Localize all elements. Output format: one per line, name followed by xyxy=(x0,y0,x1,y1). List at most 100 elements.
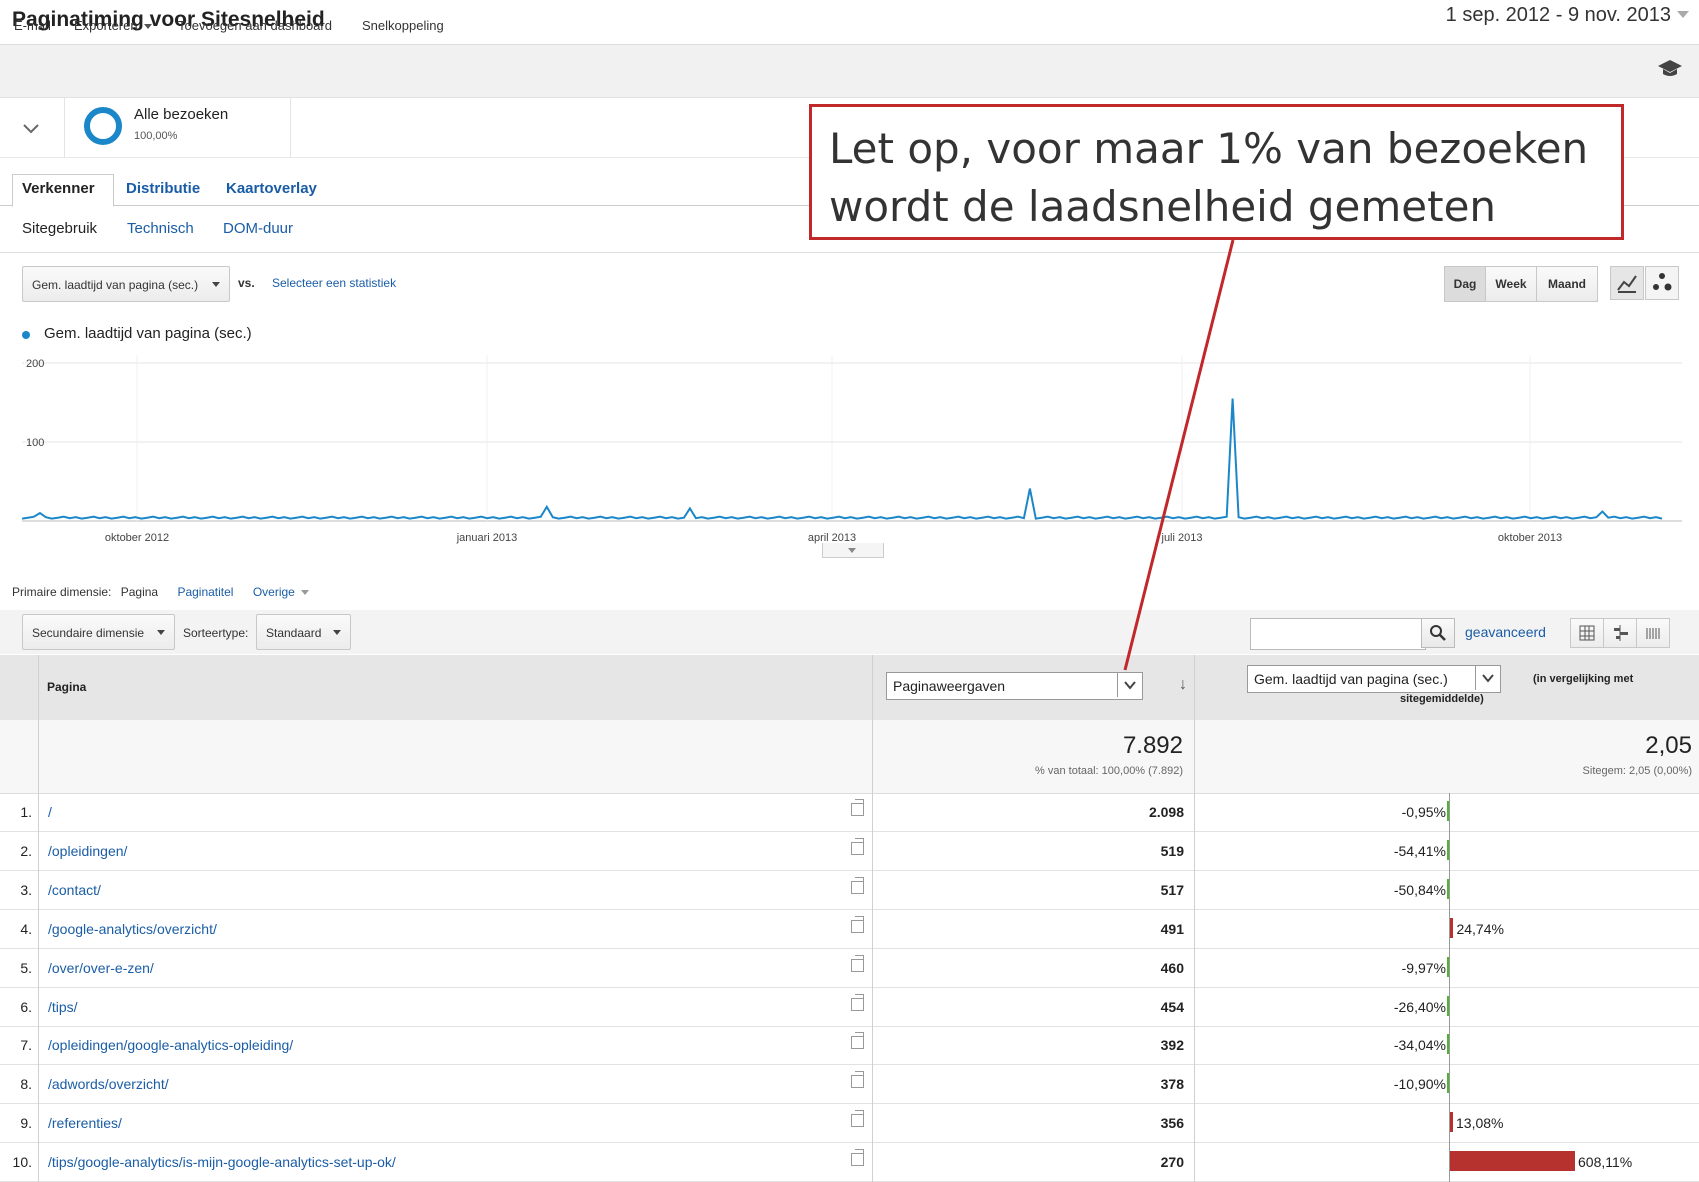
page-path-link[interactable]: /opleidingen/ xyxy=(48,843,127,859)
add-to-dashboard-button[interactable]: Toevoegen aan dashboard xyxy=(178,18,332,33)
table-row: 10. /tips/google-analytics/is-mijn-google… xyxy=(0,1143,1699,1182)
totals-row xyxy=(0,720,1699,794)
table-row: 2. /opleidingen/519 -54,41% xyxy=(0,832,1699,871)
chevron-down-icon[interactable] xyxy=(300,590,309,596)
comparison-value: 24,74% xyxy=(1456,920,1504,937)
column-header-page[interactable]: Pagina xyxy=(47,680,86,694)
page-path-link[interactable]: /opleidingen/google-analytics-opleiding/ xyxy=(48,1037,293,1053)
comparison-value: -9,97% xyxy=(1401,959,1446,976)
chevron-down-icon[interactable] xyxy=(848,548,856,553)
external-link-icon[interactable] xyxy=(851,1071,864,1089)
tab-kaartoverlay[interactable]: Kaartoverlay xyxy=(226,180,317,197)
sort-type-label: Sorteertype: xyxy=(183,626,249,640)
external-link-icon[interactable] xyxy=(851,837,864,855)
external-link-icon[interactable] xyxy=(851,799,864,816)
table-search-input[interactable] xyxy=(1250,618,1426,650)
comparison-bar xyxy=(1450,917,1454,938)
total-loadtime: 2,05 xyxy=(1645,732,1692,759)
period-week-button[interactable]: Week xyxy=(1485,266,1537,302)
chevron-down-icon[interactable] xyxy=(1677,11,1689,18)
date-range-picker[interactable]: 1 sep. 2012 - 9 nov. 2013 xyxy=(1446,4,1671,27)
subtab-technisch[interactable]: Technisch xyxy=(127,220,194,237)
pageviews-metric-dropdown[interactable]: Paginaweergaven xyxy=(886,672,1143,700)
page-path-link[interactable]: /over/over-e-zen/ xyxy=(48,960,154,976)
page-path-link[interactable]: /google-analytics/overzicht/ xyxy=(48,921,217,937)
row-number: 10. xyxy=(12,1154,32,1171)
external-link-icon[interactable] xyxy=(851,954,864,972)
chevron-down-icon xyxy=(212,282,220,287)
table-view-icon[interactable] xyxy=(1570,618,1604,648)
external-link-icon[interactable] xyxy=(851,1110,864,1128)
table-row: 5. /over/over-e-zen/460 -9,97% xyxy=(0,949,1699,988)
row-number: 8. xyxy=(20,1076,32,1093)
x-tick-label: oktober 2012 xyxy=(105,532,169,544)
page-path-link[interactable]: /tips/ xyxy=(48,999,78,1015)
metric-dropdown[interactable]: Gem. laadtijd van pagina (sec.) xyxy=(22,266,230,302)
secondary-dimension-dropdown[interactable]: Secundaire dimensie xyxy=(22,614,175,650)
period-month-button[interactable]: Maand xyxy=(1536,266,1598,302)
page-path-link[interactable]: / xyxy=(48,804,52,820)
comparison-note-2: sitegemiddelde) xyxy=(1400,693,1484,705)
table-row: 3. /contact/517 -50,84% xyxy=(0,871,1699,910)
term-cloud-view-icon[interactable] xyxy=(1636,618,1670,648)
section-divider xyxy=(0,252,1699,253)
export-label: Exporteren xyxy=(74,18,138,33)
subtab-sitegebruik[interactable]: Sitegebruik xyxy=(22,220,97,237)
pageviews-value: 517 xyxy=(1160,881,1184,898)
external-link-icon[interactable] xyxy=(851,876,864,894)
search-icon[interactable] xyxy=(1421,618,1455,648)
sort-descending-icon[interactable]: ↓ xyxy=(1179,676,1187,694)
external-link-icon[interactable] xyxy=(851,1032,864,1050)
comparison-value: -34,04% xyxy=(1393,1037,1446,1054)
x-tick-label: juli 2013 xyxy=(1161,532,1203,544)
motion-chart-icon[interactable] xyxy=(1645,266,1679,300)
page-path-link[interactable]: /referenties/ xyxy=(48,1115,122,1131)
advanced-filter-link[interactable]: geavanceerd xyxy=(1465,624,1546,640)
shortcut-button[interactable]: Snelkoppeling xyxy=(362,18,444,33)
comparison-value: -0,95% xyxy=(1401,804,1446,820)
dimension-paginatitel[interactable]: Paginatitel xyxy=(177,585,233,599)
segment-name[interactable]: Alle bezoeken xyxy=(134,106,228,123)
pageviews-value: 491 xyxy=(1160,920,1184,937)
external-link-icon[interactable] xyxy=(851,993,864,1011)
pageviews-value: 270 xyxy=(1160,1154,1184,1171)
tab-verkenner[interactable]: Verkenner xyxy=(22,180,95,197)
table-row: 4. /google-analytics/overzicht/491 24,74% xyxy=(0,910,1699,949)
tab-distributie[interactable]: Distributie xyxy=(126,180,200,197)
dimension-overige[interactable]: Overige xyxy=(253,585,295,599)
comparison-value: -26,40% xyxy=(1393,998,1446,1015)
column-divider xyxy=(38,655,39,1182)
page-path-link[interactable]: /adwords/overzicht/ xyxy=(48,1076,169,1092)
pageviews-value: 392 xyxy=(1160,1037,1184,1054)
graduation-cap-icon[interactable] xyxy=(1657,58,1683,78)
comparison-axis xyxy=(1449,793,1450,1182)
series-line xyxy=(22,398,1663,520)
line-chart-icon[interactable] xyxy=(1610,266,1644,300)
email-button[interactable]: E-mail xyxy=(14,18,51,33)
table-row: 6. /tips/454 -26,40% xyxy=(0,988,1699,1027)
page-path-link[interactable]: /tips/google-analytics/is-mijn-google-an… xyxy=(48,1154,396,1170)
external-link-icon[interactable] xyxy=(851,1149,864,1167)
select-statistic-link[interactable]: Selecteer een statistiek xyxy=(272,276,396,290)
chevron-down-icon[interactable] xyxy=(16,117,46,139)
segment-divider xyxy=(290,98,291,158)
pageviews-value: 356 xyxy=(1160,1115,1184,1132)
total-pageviews-percent: % van totaal: 100,00% (7.892) xyxy=(1035,765,1183,777)
subtab-dom-duur[interactable]: DOM-duur xyxy=(223,220,293,237)
export-button[interactable]: Exporteren xyxy=(74,18,152,33)
comparison-view-icon[interactable] xyxy=(1603,618,1637,648)
row-number: 6. xyxy=(20,998,32,1015)
table-row: 9. /referenties/356 13,08% xyxy=(0,1104,1699,1144)
segment-percent: 100,00% xyxy=(134,130,178,142)
period-day-button[interactable]: Dag xyxy=(1444,266,1486,302)
loadtime-metric-dropdown[interactable]: Gem. laadtijd van pagina (sec.) xyxy=(1247,665,1501,693)
dimension-pagina[interactable]: Pagina xyxy=(121,585,158,599)
comparison-value: -10,90% xyxy=(1393,1076,1446,1093)
page-path-link[interactable]: /contact/ xyxy=(48,882,101,898)
sort-type-dropdown[interactable]: Standaard xyxy=(256,614,351,650)
primary-dimension-label: Primaire dimensie: xyxy=(12,585,112,599)
annotation-callout-text: Let op, voor maar 1% van bezoeken wordt … xyxy=(829,124,1589,231)
vs-label: vs. xyxy=(238,276,255,290)
external-link-icon[interactable] xyxy=(851,915,864,933)
chevron-down-icon xyxy=(157,630,165,635)
